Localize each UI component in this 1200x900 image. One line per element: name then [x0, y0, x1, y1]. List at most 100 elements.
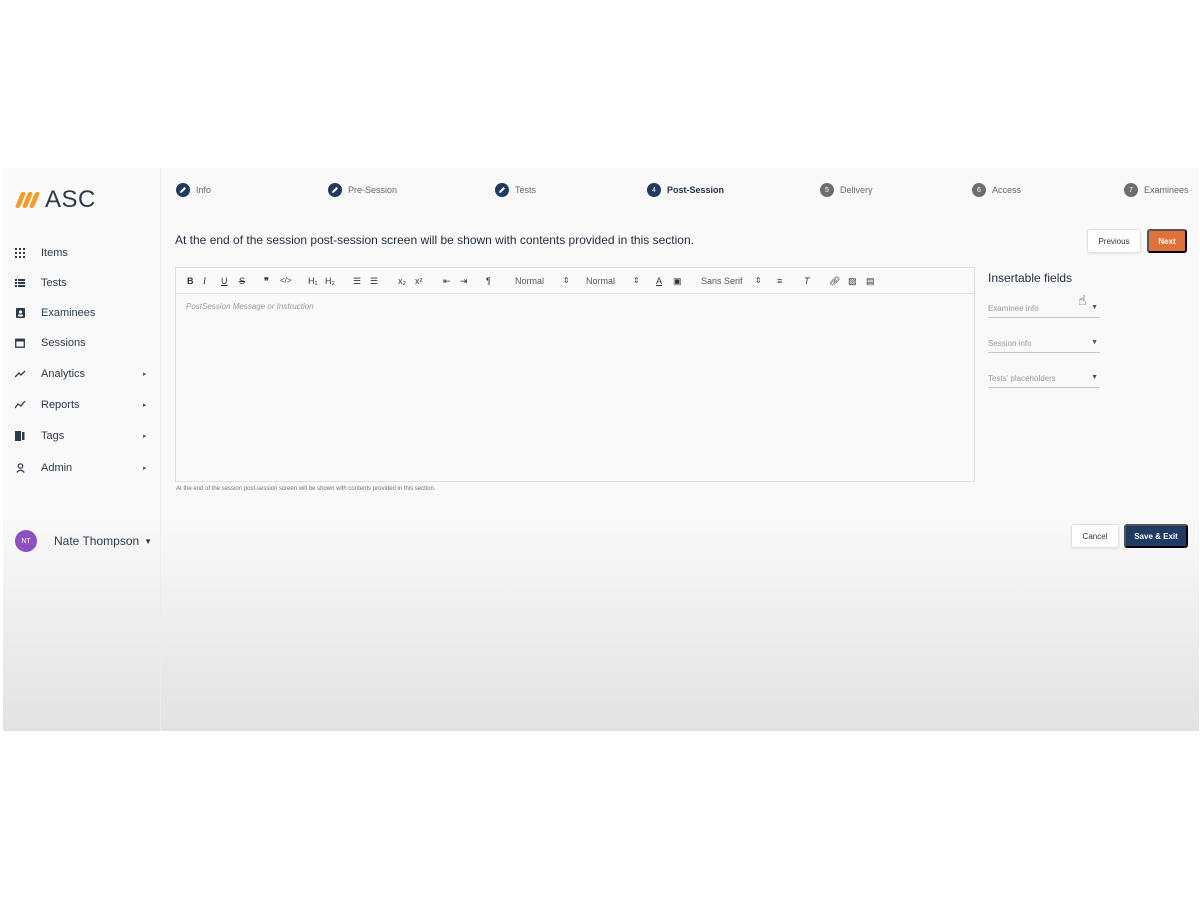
caret-down-icon: ▼ — [144, 536, 153, 546]
sidebar: ASC Items Tests Examinees Sessions Analy… — [3, 168, 161, 731]
tests-placeholders-select[interactable]: Tests' placeholders ▼ — [988, 372, 1100, 388]
sidebar-item-items[interactable]: Items — [3, 241, 161, 265]
sidebar-item-sessions[interactable]: Sessions — [3, 331, 161, 355]
cancel-button[interactable]: Cancel — [1071, 524, 1119, 548]
sidebar-item-label: Examinees — [41, 307, 96, 319]
rich-text-editor: B I U S ❞ </> H₁ H₂ ☰ ☰ x₂ x² ⇤ ⇥ ¶ Norm… — [175, 267, 975, 482]
logo-mark-icon — [14, 190, 41, 210]
step-label: Info — [196, 185, 212, 195]
step-post-session[interactable]: 4 Post-Session — [647, 183, 724, 197]
field-label: Tests' placeholders — [988, 374, 1056, 383]
trending-up-icon — [14, 368, 26, 380]
edit-icon — [328, 183, 342, 197]
image-icon[interactable]: ▨ — [848, 275, 857, 287]
step-label: Post-Session — [667, 185, 725, 195]
step-label: Pre-Session — [348, 185, 398, 195]
step-delivery[interactable]: 5 Delivery — [820, 183, 873, 197]
person-badge-icon — [14, 307, 26, 319]
underline-icon[interactable]: U — [221, 275, 228, 287]
sidebar-item-reports[interactable]: Reports ▸ — [3, 393, 161, 417]
caret-down-icon: ▼ — [1091, 339, 1098, 346]
sidebar-item-label: Admin — [41, 462, 73, 474]
next-button[interactable]: Next — [1147, 229, 1187, 253]
heading-1-icon[interactable]: H₁ — [308, 275, 318, 287]
step-number: 7 — [1124, 183, 1138, 197]
sidebar-item-examinees[interactable]: Examinees — [3, 301, 161, 325]
step-info[interactable]: Info — [176, 183, 211, 197]
step-label: Delivery — [840, 185, 873, 195]
insertable-fields-title: Insertable fields — [988, 271, 1073, 285]
italic-icon[interactable]: I — [203, 275, 206, 287]
bullet-list-icon[interactable]: ☰ — [370, 275, 378, 287]
user-icon — [14, 462, 26, 474]
step-access[interactable]: 6 Access — [972, 183, 1021, 197]
caret-down-icon: ▼ — [1091, 304, 1098, 311]
select-caret-icon: ⇕ — [633, 276, 640, 285]
step-number: 4 — [647, 183, 661, 197]
step-label: Access — [992, 185, 1022, 195]
logo[interactable]: ASC — [14, 186, 96, 214]
calendar-icon — [14, 337, 26, 349]
clear-format-icon[interactable]: T — [804, 275, 810, 287]
select-caret-icon: ⇕ — [755, 276, 762, 285]
link-icon[interactable]: 🔗︎ — [829, 275, 840, 287]
step-number: 6 — [972, 183, 986, 197]
text-direction-icon[interactable]: ¶ — [486, 275, 491, 287]
section-title: At the end of the session post-session s… — [175, 233, 694, 247]
sidebar-item-label: Reports — [41, 399, 80, 411]
indent-icon[interactable]: ⇥ — [460, 275, 468, 287]
session-info-select[interactable]: Session info ▼ — [988, 337, 1100, 353]
video-icon[interactable]: ▤ — [866, 275, 875, 287]
grid-icon — [14, 247, 26, 259]
chevron-right-icon: ▸ — [143, 402, 147, 409]
background-color-icon[interactable]: ▣ — [673, 275, 682, 287]
ordered-list-icon[interactable]: ☰ — [353, 275, 361, 287]
header-select[interactable]: Normal — [515, 275, 544, 287]
outdent-icon[interactable]: ⇤ — [443, 275, 451, 287]
bold-icon[interactable]: B — [187, 275, 194, 287]
sidebar-item-label: Tags — [41, 430, 65, 442]
sidebar-item-label: Tests — [41, 277, 67, 289]
app-window: ASC Items Tests Examinees Sessions Analy… — [3, 168, 1199, 731]
align-icon[interactable]: ≡ — [777, 275, 782, 287]
heading-2-icon[interactable]: H₂ — [325, 275, 335, 287]
select-caret-icon: ⇕ — [563, 276, 570, 285]
bookmark-icon — [14, 430, 26, 442]
save-exit-button[interactable]: Save & Exit — [1124, 524, 1188, 548]
edit-icon — [176, 183, 190, 197]
size-select[interactable]: Normal — [586, 275, 615, 287]
editor-help-text: At the end of the session post-session s… — [176, 486, 436, 492]
sidebar-item-analytics[interactable]: Analytics ▸ — [3, 362, 161, 386]
superscript-icon[interactable]: x² — [415, 275, 423, 287]
sidebar-item-tests[interactable]: Tests — [3, 271, 161, 295]
strikethrough-icon[interactable]: S — [239, 275, 245, 287]
field-label: Session info — [988, 339, 1032, 348]
editor-content[interactable]: PostSession Message or Instruction — [186, 302, 314, 311]
sidebar-item-admin[interactable]: Admin ▸ — [3, 456, 161, 480]
step-pre-session[interactable]: Pre-Session — [328, 183, 397, 197]
logo-text: ASC — [45, 186, 96, 213]
subscript-icon[interactable]: x₂ — [398, 275, 406, 287]
step-label: Tests — [515, 185, 537, 195]
previous-button[interactable]: Previous — [1087, 229, 1141, 253]
hand-cursor-icon: ☝︎ — [1078, 292, 1087, 308]
step-tests[interactable]: Tests — [495, 183, 536, 197]
list-icon — [14, 277, 26, 289]
sidebar-item-label: Analytics — [41, 368, 86, 380]
sidebar-item-label: Items — [41, 247, 68, 259]
sidebar-item-tags[interactable]: Tags ▸ — [3, 424, 161, 448]
step-label: Examinees — [1144, 185, 1189, 195]
font-select[interactable]: Sans Serif — [701, 275, 743, 287]
field-label: Examinee info — [988, 304, 1039, 313]
user-menu[interactable]: NT Nate Thompson ▼ — [15, 530, 152, 552]
code-icon[interactable]: </> — [280, 275, 292, 287]
blockquote-icon[interactable]: ❞ — [264, 275, 269, 287]
chevron-right-icon: ▸ — [143, 433, 147, 440]
editor-toolbar: B I U S ❞ </> H₁ H₂ ☰ ☰ x₂ x² ⇤ ⇥ ¶ Norm… — [176, 268, 974, 294]
chevron-right-icon: ▸ — [143, 465, 147, 472]
font-color-icon[interactable]: A — [656, 275, 662, 287]
step-examinees[interactable]: 7 Examinees — [1124, 183, 1189, 197]
caret-down-icon: ▼ — [1091, 374, 1098, 381]
sidebar-item-label: Sessions — [41, 337, 86, 349]
user-name: Nate Thompson — [54, 534, 140, 548]
